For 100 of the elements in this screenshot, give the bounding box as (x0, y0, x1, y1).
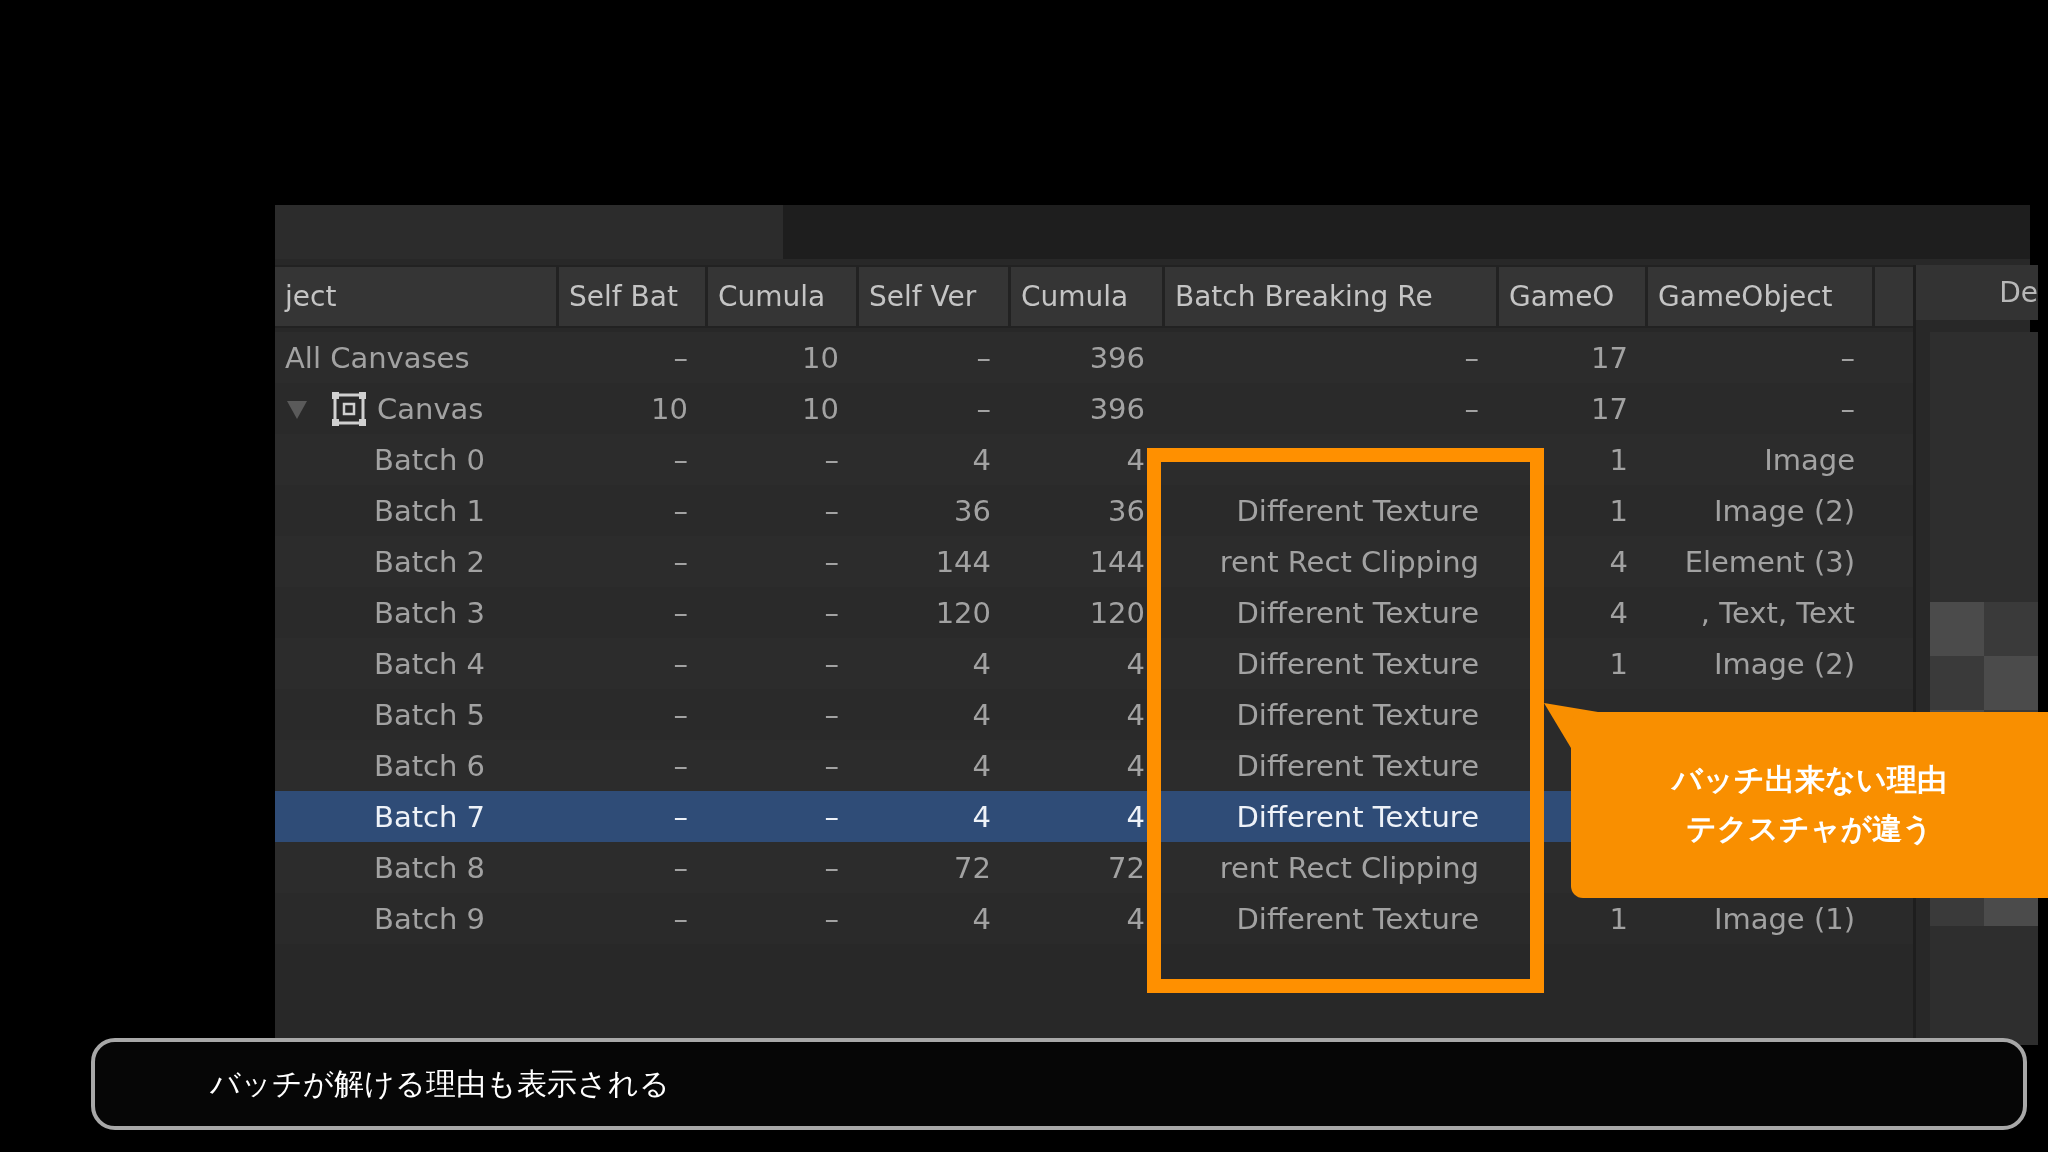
table-cell: 4 (1609, 544, 1628, 579)
table-row[interactable]: Batch 4 – – 4 4 Different Texture 1 Image (2) (275, 638, 1913, 689)
column-header[interactable]: Self Ver (859, 267, 1011, 326)
table-cell: – (1840, 340, 1855, 375)
table-cell: , Text, Text (1700, 595, 1855, 630)
table-cell: – (673, 748, 688, 783)
table-cell: Image (2) (1713, 493, 1855, 528)
column-header[interactable]: Cumula (1011, 267, 1165, 326)
row-name: All Canvases (285, 340, 470, 375)
table-cell: rent Rect Clipping (1219, 544, 1479, 579)
table-cell: – (824, 493, 839, 528)
table-cell: – (673, 544, 688, 579)
table-cell: 1 (1609, 493, 1628, 528)
table-cell: – (824, 748, 839, 783)
table-cell: – (673, 850, 688, 885)
table-row[interactable]: Batch 0 – – 4 4 1 Image (275, 434, 1913, 485)
column-header[interactable]: Cumula (708, 267, 859, 326)
table-cell: 4 (1126, 697, 1145, 732)
table-cell: – (673, 697, 688, 732)
table-cell: Different Texture (1236, 799, 1479, 834)
table-cell: 1 (1609, 646, 1628, 681)
table-cell: 4 (972, 697, 991, 732)
column-header[interactable]: Batch Breaking Re (1165, 267, 1499, 326)
table-cell: 120 (935, 595, 991, 630)
table-cell: 396 (1089, 391, 1145, 426)
table-cell: 17 (1591, 391, 1628, 426)
table-cell: 4 (1126, 901, 1145, 936)
table-cell: 4 (1126, 646, 1145, 681)
table-cell: – (1840, 391, 1855, 426)
table-cell: – (824, 697, 839, 732)
column-header[interactable]: ject (275, 267, 559, 326)
column-header[interactable]: GameO (1499, 267, 1648, 326)
table-cell: 4 (972, 442, 991, 477)
table-cell: – (824, 544, 839, 579)
column-header[interactable]: Self Bat (559, 267, 708, 326)
table-cell: Different Texture (1236, 697, 1479, 732)
table-cell: 4 (972, 646, 991, 681)
table-cell: 10 (802, 340, 839, 375)
table-cell: – (824, 595, 839, 630)
row-name: Batch 3 (374, 595, 486, 630)
table-cell: 4 (1126, 748, 1145, 783)
table-cell: – (673, 799, 688, 834)
table-cell: – (824, 442, 839, 477)
table-cell: 72 (954, 850, 991, 885)
table-cell: – (673, 901, 688, 936)
row-name: Batch 0 (374, 442, 486, 477)
table-cell: 4 (1609, 595, 1628, 630)
table-cell: 72 (1108, 850, 1145, 885)
table-cell: 144 (1089, 544, 1145, 579)
row-name: Batch 2 (374, 544, 486, 579)
row-name: Batch 9 (374, 901, 486, 936)
table-cell: Element (3) (1684, 544, 1855, 579)
row-name: Batch 5 (374, 697, 486, 732)
column-header[interactable]: GameObject (1648, 267, 1875, 326)
table-cell: 4 (1126, 799, 1145, 834)
table-cell: 10 (651, 391, 688, 426)
row-name: Batch 7 (374, 799, 486, 834)
table-cell: 4 (972, 748, 991, 783)
table-cell: 10 (802, 391, 839, 426)
table-cell: – (673, 493, 688, 528)
table-cell: – (824, 901, 839, 936)
table-cell: – (976, 391, 991, 426)
table-cell: – (824, 850, 839, 885)
table-cell: – (1464, 391, 1479, 426)
table-cell: – (673, 340, 688, 375)
table-cell: 1 (1609, 901, 1628, 936)
table-cell: Different Texture (1236, 493, 1479, 528)
table-cell: – (824, 646, 839, 681)
table-cell: 4 (972, 901, 991, 936)
table-cell: Different Texture (1236, 595, 1479, 630)
table-cell: 396 (1089, 340, 1145, 375)
table-cell: Image (2) (1713, 646, 1855, 681)
table-cell: Different Texture (1236, 646, 1479, 681)
table-cell: – (1464, 340, 1479, 375)
table-cell: Different Texture (1236, 748, 1479, 783)
table-row[interactable]: All Canvases – 10 – 396 – 17 – (275, 332, 1913, 383)
table-cell: 17 (1591, 340, 1628, 375)
canvas-icon (331, 390, 367, 427)
table-cell: – (673, 442, 688, 477)
table-cell: Image (1764, 442, 1855, 477)
table-cell: 120 (1089, 595, 1145, 630)
row-name: Batch 1 (374, 493, 486, 528)
row-name: Canvas (377, 391, 484, 426)
table-cell: Different Texture (1236, 901, 1479, 936)
table-cell: 4 (972, 799, 991, 834)
table-cell: 144 (935, 544, 991, 579)
table-cell: – (673, 595, 688, 630)
table-cell: 4 (1126, 442, 1145, 477)
table-row[interactable]: Batch 2 – – 144 144 rent Rect Clipping 4 Element (3) (275, 536, 1913, 587)
table-cell: 36 (954, 493, 991, 528)
table-cell: Image (1) (1713, 901, 1855, 936)
table-cell: – (673, 646, 688, 681)
table-cell: 1 (1609, 442, 1628, 477)
row-name: Batch 8 (374, 850, 486, 885)
table-cell: – (824, 799, 839, 834)
row-name: Batch 4 (374, 646, 486, 681)
column-header: De (1999, 276, 2038, 309)
row-name: Batch 6 (374, 748, 486, 783)
table-cell: – (976, 340, 991, 375)
table-cell: 36 (1108, 493, 1145, 528)
